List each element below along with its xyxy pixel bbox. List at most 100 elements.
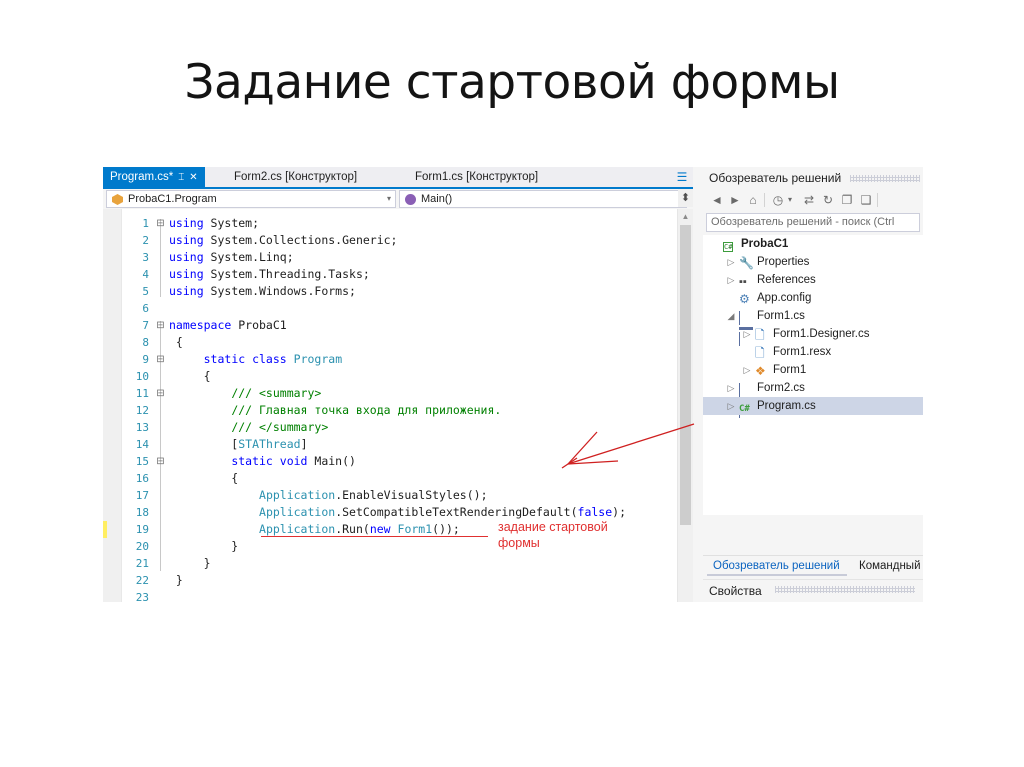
- sync-with-active-document-button[interactable]: ⇄: [800, 191, 818, 209]
- code-line: {: [169, 369, 211, 383]
- solution-explorer-pane: Обозреватель решений ◄ ► ⌂ ◷ ▾ ⇄ ↻ ❐ ❑ Обозреват…: [703, 167, 923, 602]
- csharp-project-icon: C#: [723, 242, 734, 252]
- class-dropdown[interactable]: ProbaC1.Program ▾: [106, 190, 396, 208]
- scrollbar-thumb[interactable]: [680, 225, 691, 525]
- tree-item-form1-designer-cs[interactable]: ▷ 🗋 Form1.Designer.cs: [703, 325, 923, 343]
- csharp-file-icon: C#: [739, 404, 750, 414]
- code-line: /// Главная точка входа для приложения.: [231, 403, 502, 417]
- solution-explorer-toolbar: ◄ ► ⌂ ◷ ▾ ⇄ ↻ ❐ ❑: [703, 189, 923, 211]
- code-line: static class Program: [203, 352, 343, 366]
- solution-tree[interactable]: C# ProbaC1 ▷ 🔧 Properties ▷ ▪▪ References ⚙ App.c…: [703, 235, 923, 515]
- tree-item-label: ProbaC1: [741, 238, 789, 250]
- member-dropdown[interactable]: Main() ▾: [399, 190, 687, 208]
- tree-item-probac1[interactable]: C# ProbaC1: [703, 235, 923, 253]
- chevron-right-icon[interactable]: ▷: [725, 397, 737, 415]
- chevron-right-icon[interactable]: ▷: [725, 379, 737, 397]
- line-number: 17: [135, 489, 149, 502]
- visual-studio-window: Program.cs* ⌶ ✕ Form2.cs [Конструктор] For…: [103, 167, 923, 602]
- toolbar-separator: [764, 193, 765, 207]
- annotation-line-2: формы: [498, 536, 540, 550]
- code-file-icon: 🗋: [755, 346, 765, 360]
- show-all-files-button[interactable]: ❑: [857, 191, 875, 209]
- chevron-right-icon[interactable]: ▷: [725, 271, 737, 289]
- code-surface[interactable]: 1 ⊟ using System; 2 using System.Collections…: [103, 209, 693, 602]
- code-line: Application.EnableVisualStyles();: [259, 488, 488, 502]
- fold-collapse-icon[interactable]: ⊟: [155, 351, 166, 368]
- line-number: 18: [135, 506, 149, 519]
- tree-item-program-cs[interactable]: ▷ C# Program.cs: [703, 397, 923, 415]
- tree-item-app-config[interactable]: ⚙ App.config: [703, 289, 923, 307]
- line-number: 5: [142, 285, 149, 298]
- forward-button[interactable]: ►: [726, 191, 744, 209]
- tab-overflow-chevron-down-icon[interactable]: ☰: [674, 168, 690, 186]
- editor-tab-strip: Program.cs* ⌶ ✕ Form2.cs [Конструктор] For…: [103, 167, 693, 189]
- properties-wrench-icon: 🔧: [739, 256, 754, 270]
- code-line: using System;: [169, 216, 260, 230]
- back-button[interactable]: ◄: [708, 191, 726, 209]
- tree-item-label: Form1.Designer.cs: [773, 328, 870, 340]
- line-number: 10: [135, 370, 149, 383]
- fold-collapse-icon[interactable]: ⊟: [155, 215, 166, 232]
- pending-changes-dropdown[interactable]: ▾: [785, 191, 795, 209]
- chevron-right-icon[interactable]: ▷: [725, 253, 737, 271]
- scroll-up-arrow-icon[interactable]: ▲: [680, 211, 691, 222]
- search-input[interactable]: Обозреватель решений - поиск (Ctrl: [706, 213, 920, 232]
- line-number: 3: [142, 251, 149, 264]
- tab-form2-cs[interactable]: Form2.cs [Конструктор]: [227, 167, 364, 187]
- home-button[interactable]: ⌂: [744, 191, 762, 209]
- code-line: using System.Threading.Tasks;: [169, 267, 370, 281]
- code-line: {: [169, 335, 183, 349]
- line-number: 16: [135, 472, 149, 485]
- tree-item-form1-resx[interactable]: 🗋 Form1.resx: [703, 343, 923, 361]
- code-line: /// </summary>: [231, 420, 329, 434]
- close-icon[interactable]: ✕: [189, 168, 197, 188]
- line-number: 21: [135, 557, 149, 570]
- line-number: 1: [142, 217, 149, 230]
- split-view-icon[interactable]: ⬍: [678, 189, 693, 207]
- code-editor-pane: Program.cs* ⌶ ✕ Form2.cs [Конструктор] For…: [103, 167, 693, 602]
- chevron-right-icon[interactable]: ▷: [741, 361, 753, 379]
- editor-vertical-scrollbar[interactable]: ▲: [677, 209, 693, 602]
- fold-collapse-icon[interactable]: ⊟: [155, 453, 166, 470]
- pane-splitter[interactable]: [693, 167, 703, 602]
- page-title: Задание стартовой формы: [184, 55, 840, 110]
- code-line: using System.Collections.Generic;: [169, 233, 398, 247]
- tree-item-form2-cs[interactable]: ▷ Form2.cs: [703, 379, 923, 418]
- pin-icon[interactable]: ⌶: [178, 168, 184, 188]
- panel-drag-grip[interactable]: [850, 175, 920, 182]
- tree-item-label: App.config: [757, 292, 812, 304]
- tree-item-form1[interactable]: ▷ ❖ Form1: [703, 361, 923, 379]
- tree-item-references[interactable]: ▷ ▪▪ References: [703, 271, 923, 289]
- tree-item-form1-cs[interactable]: ◢ Form1.cs: [703, 307, 923, 346]
- code-line: using System.Windows.Forms;: [169, 284, 356, 298]
- solution-explorer-bottom-tabs: Обозреватель решений Командный: [703, 555, 923, 576]
- code-line: }: [169, 556, 211, 570]
- refresh-button[interactable]: ↻: [819, 191, 837, 209]
- tab-program-cs[interactable]: Program.cs* ⌶ ✕: [103, 167, 205, 187]
- chevron-down-icon[interactable]: ◢: [725, 307, 737, 325]
- tab-team-explorer[interactable]: Командный: [853, 556, 923, 576]
- line-number: 20: [135, 540, 149, 553]
- code-line: /// <summary>: [231, 386, 322, 400]
- line-number: 7: [142, 319, 149, 332]
- properties-drag-grip[interactable]: [775, 586, 915, 593]
- tree-item-label: Program.cs: [757, 400, 816, 412]
- indicator-margin: [103, 209, 122, 602]
- tree-item-label: Form2.cs: [757, 382, 805, 394]
- collapse-all-button[interactable]: ❐: [838, 191, 856, 209]
- line-number: 23: [135, 591, 149, 602]
- annotation-text: задание стартовой формы: [498, 519, 608, 551]
- chevron-down-icon[interactable]: ▾: [387, 191, 391, 207]
- class-dropdown-value: ProbaC1.Program: [128, 193, 217, 205]
- form-file-icon: [739, 309, 753, 346]
- chevron-right-icon[interactable]: ▷: [741, 325, 753, 343]
- fold-collapse-icon[interactable]: ⊟: [155, 317, 166, 334]
- line-number: 14: [135, 438, 149, 451]
- tab-solution-explorer[interactable]: Обозреватель решений: [707, 556, 846, 576]
- code-line: {: [169, 471, 239, 485]
- fold-collapse-icon[interactable]: ⊟: [155, 385, 166, 402]
- tab-form1-cs[interactable]: Form1.cs [Конструктор]: [408, 167, 545, 187]
- tree-item-properties[interactable]: ▷ 🔧 Properties: [703, 253, 923, 271]
- member-dropdown-value: Main(): [421, 193, 453, 205]
- code-line: static void Main(): [231, 454, 356, 468]
